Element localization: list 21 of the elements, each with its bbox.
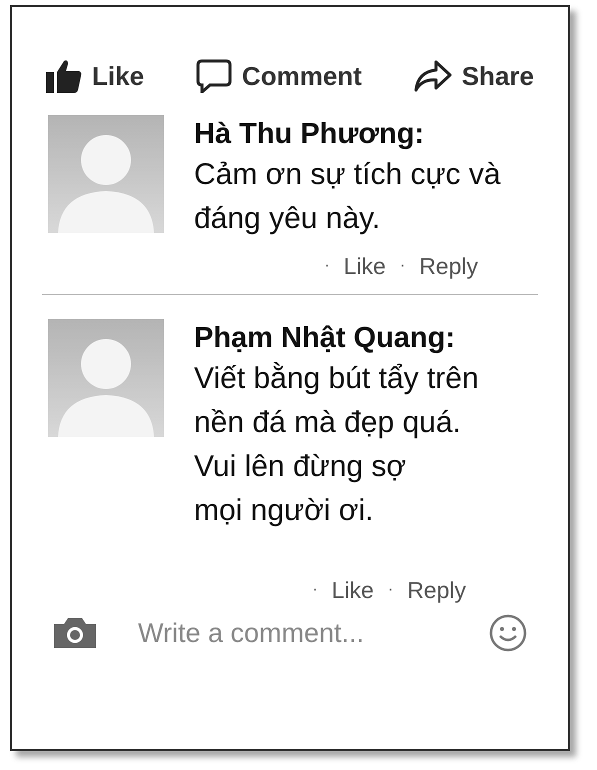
- comment-text: Cảm ơn sự tích cực và đáng yêu này.: [194, 157, 501, 237]
- share-arrow-icon: [414, 60, 452, 92]
- comment-action-link[interactable]: Reply: [407, 572, 466, 607]
- comment-text: Viết bằng bút tẩy trên nền đá mà đẹp quá. Vui lên đừng sợ mọi người ơi.: [194, 360, 479, 528]
- bullet: ·: [400, 256, 406, 276]
- comment-input-field[interactable]: Write a comment...: [138, 613, 468, 654]
- smiley-icon[interactable]: [488, 613, 528, 654]
- comment-button[interactable]: Comment: [196, 56, 362, 96]
- share-button[interactable]: Share: [414, 56, 534, 96]
- comment-action-link[interactable]: Reply: [419, 249, 478, 284]
- author-name[interactable]: Phạm Nhật Quang:: [194, 318, 479, 356]
- comment-action-link[interactable]: Like: [332, 572, 374, 607]
- bullet: ·: [388, 580, 394, 600]
- bullet: ·: [312, 580, 318, 600]
- speech-bubble-icon: [196, 59, 232, 93]
- camera-icon[interactable]: [52, 616, 98, 650]
- thumbs-up-icon: [46, 59, 82, 93]
- like-button[interactable]: Like: [46, 56, 144, 96]
- comment-action-link[interactable]: Like: [344, 249, 386, 284]
- bullet: ·: [324, 256, 330, 276]
- author-name[interactable]: Hà Thu Phương:: [194, 115, 501, 153]
